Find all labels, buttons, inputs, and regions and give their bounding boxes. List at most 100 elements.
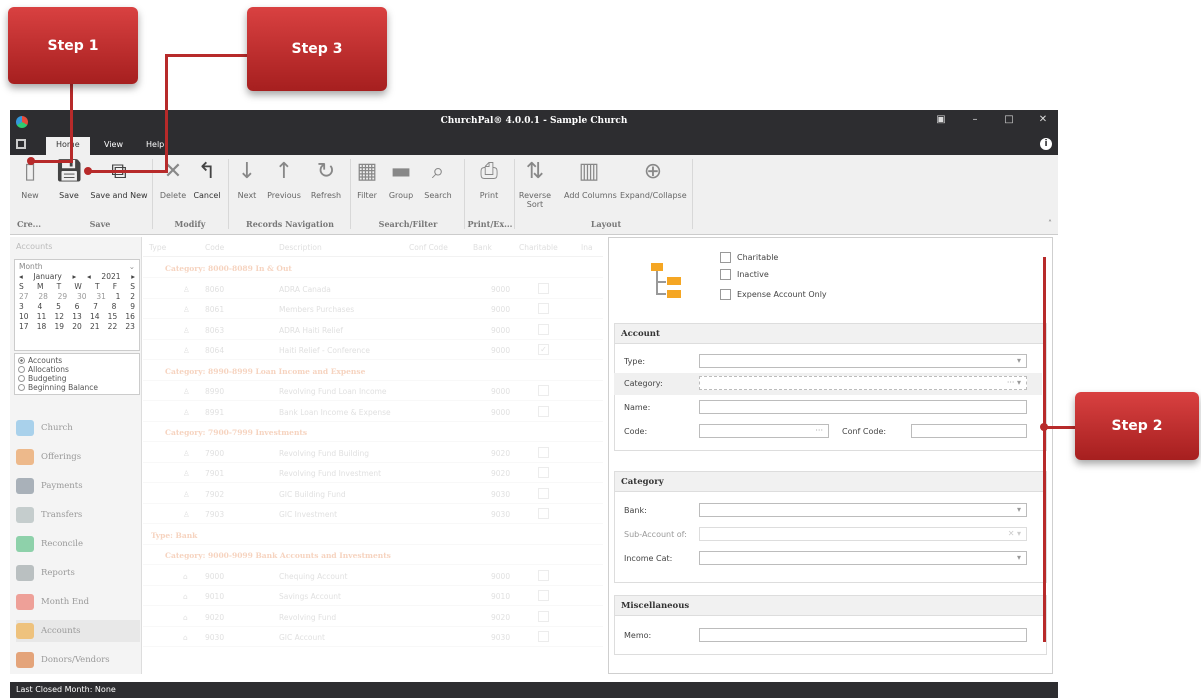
- minimize-button[interactable]: –: [966, 114, 984, 130]
- calendar-day[interactable]: 16: [125, 312, 135, 322]
- cell-charitable-checkbox[interactable]: [538, 569, 549, 581]
- calendar-view-select[interactable]: Month: [19, 262, 43, 272]
- col-description[interactable]: Description: [279, 243, 322, 252]
- table-row[interactable]: ⌂ 9030 GIC Account 9030: [143, 628, 603, 647]
- table-row[interactable]: ♙ 8991 Bank Loan Income & Expense 9000: [143, 403, 603, 422]
- table-row[interactable]: ♙ 8060 ADRA Canada 9000: [143, 280, 603, 299]
- col-type[interactable]: Type: [149, 243, 166, 252]
- calendar-day[interactable]: 12: [54, 312, 64, 322]
- app-menu-icon[interactable]: [16, 139, 26, 149]
- print-button[interactable]: ⎙ Print: [474, 159, 504, 211]
- table-row[interactable]: ⌂ 9020 Revolving Fund 9020: [143, 608, 603, 627]
- prev-year-icon[interactable]: ◂: [87, 272, 91, 282]
- calendar-day[interactable]: 1: [116, 292, 121, 302]
- conf-code-field[interactable]: [911, 424, 1027, 438]
- calendar-day[interactable]: 29: [58, 292, 68, 302]
- reverse-sort-button[interactable]: ⇅ Reverse Sort: [518, 159, 552, 211]
- calendar-day[interactable]: 3: [19, 302, 24, 312]
- calendar-day[interactable]: 22: [108, 322, 118, 332]
- accounts-grid[interactable]: Type Code Description Conf Code Bank Cha…: [143, 237, 603, 674]
- calendar-day[interactable]: 11: [37, 312, 47, 322]
- calendar-day[interactable]: 21: [90, 322, 100, 332]
- table-row[interactable]: ⌂ 9000 Chequing Account 9000: [143, 567, 603, 586]
- table-row[interactable]: Type: Bank: [143, 526, 603, 545]
- cell-charitable-checkbox[interactable]: [538, 487, 549, 499]
- table-row[interactable]: Category: 7900-7999 Investments: [143, 423, 603, 442]
- calendar-day[interactable]: 19: [54, 322, 64, 332]
- tab-help[interactable]: Help: [136, 137, 174, 155]
- search-button[interactable]: ⌕ Search: [422, 159, 454, 211]
- cell-charitable-checkbox[interactable]: [538, 446, 549, 458]
- nav-item-donors-vendors[interactable]: Donors/Vendors: [16, 649, 140, 671]
- nav-mode-radio[interactable]: Allocations: [15, 365, 139, 374]
- tab-view[interactable]: View: [94, 137, 133, 155]
- calendar-day[interactable]: 28: [38, 292, 48, 302]
- nav-item-reports[interactable]: Reports: [16, 562, 140, 584]
- table-row[interactable]: Category: 8000-8089 In & Out: [143, 259, 603, 278]
- calendar-day[interactable]: 27: [19, 292, 29, 302]
- calendar-day[interactable]: 31: [96, 292, 106, 302]
- calendar-day[interactable]: 15: [108, 312, 118, 322]
- filter-button[interactable]: ▦ Filter: [354, 159, 380, 211]
- col-bank[interactable]: Bank: [473, 243, 492, 252]
- sub-account-select[interactable]: ✕ ▾: [699, 527, 1027, 541]
- delete-button[interactable]: ✕ Delete: [158, 159, 188, 211]
- calendar-day[interactable]: 6: [75, 302, 80, 312]
- calendar-day[interactable]: 7: [93, 302, 98, 312]
- calendar-day[interactable]: 17: [19, 322, 29, 332]
- col-conf-code[interactable]: Conf Code: [409, 243, 448, 252]
- calendar-day[interactable]: 14: [90, 312, 100, 322]
- table-row[interactable]: ⌂ 9010 Savings Account 9010: [143, 587, 603, 606]
- expense-only-checkbox[interactable]: [720, 289, 731, 300]
- refresh-button[interactable]: ↻ Refresh: [308, 159, 344, 211]
- previous-button[interactable]: ↑ Previous: [266, 159, 302, 211]
- table-row[interactable]: ♙ 7901 Revolving Fund Investment 9020: [143, 464, 603, 483]
- nav-item-reconcile[interactable]: Reconcile: [16, 533, 140, 555]
- bank-select[interactable]: ▾: [699, 503, 1027, 517]
- calendar-day[interactable]: 4: [38, 302, 43, 312]
- name-field[interactable]: [699, 400, 1027, 414]
- nav-mode-radio[interactable]: Beginning Balance: [15, 383, 139, 392]
- table-row[interactable]: Category: 8990-8999 Loan Income and Expe…: [143, 362, 603, 381]
- category-select[interactable]: ··· ▾: [699, 376, 1027, 390]
- nav-mode-radio[interactable]: Budgeting: [15, 374, 139, 383]
- calendar-day[interactable]: 5: [56, 302, 61, 312]
- table-row[interactable]: ♙ 7903 GIC Investment 9030: [143, 505, 603, 524]
- chevron-down-icon[interactable]: ⌄: [129, 262, 135, 272]
- nav-item-accounts[interactable]: Accounts: [16, 620, 140, 642]
- cell-charitable-checkbox[interactable]: ✓: [538, 344, 549, 355]
- info-icon[interactable]: i: [1040, 138, 1052, 150]
- prev-month-icon[interactable]: ◂: [19, 272, 23, 282]
- calendar-day[interactable]: 30: [77, 292, 87, 302]
- cell-charitable-checkbox[interactable]: [538, 385, 549, 396]
- new-button[interactable]: ▯ New: [16, 159, 44, 211]
- next-year-icon[interactable]: ▸: [131, 272, 135, 282]
- code-field[interactable]: ···: [699, 424, 829, 438]
- table-row[interactable]: ♙ 8061 Members Purchases 9000: [143, 300, 603, 319]
- type-select[interactable]: ▾: [699, 354, 1027, 368]
- calendar-day[interactable]: 9: [130, 302, 135, 312]
- calendar-day[interactable]: 18: [37, 322, 47, 332]
- collapse-ribbon-icon[interactable]: ˄: [1048, 219, 1052, 228]
- restore-layout-icon[interactable]: ▣: [932, 114, 950, 130]
- add-columns-button[interactable]: ▥ Add Columns: [564, 159, 617, 211]
- nav-item-transfers[interactable]: Transfers: [16, 504, 140, 526]
- table-row[interactable]: Category: 9000-9099 Bank Accounts and In…: [143, 546, 603, 565]
- nav-item-month-end[interactable]: Month End: [16, 591, 140, 613]
- calendar-day[interactable]: 10: [19, 312, 29, 322]
- nav-item-payments[interactable]: Payments: [16, 475, 140, 497]
- cell-charitable-checkbox[interactable]: [538, 610, 549, 622]
- expand-collapse-button[interactable]: ⊕ Expand/Collapse: [620, 159, 687, 211]
- calendar-day[interactable]: 2: [130, 292, 135, 302]
- cell-charitable-checkbox[interactable]: [538, 282, 549, 294]
- cell-charitable-checkbox[interactable]: [538, 467, 549, 478]
- maximize-button[interactable]: □: [1000, 114, 1018, 130]
- table-row[interactable]: ♙ 8063 ADRA Haiti Relief 9000: [143, 321, 603, 340]
- inactive-checkbox[interactable]: [720, 269, 731, 280]
- calendar-day[interactable]: 13: [72, 312, 82, 322]
- col-inactive[interactable]: Ina: [581, 243, 593, 252]
- income-cat-select[interactable]: ▾: [699, 551, 1027, 565]
- col-charitable[interactable]: Charitable: [519, 243, 558, 252]
- cell-charitable-checkbox[interactable]: [538, 590, 549, 601]
- calendar-day[interactable]: 8: [112, 302, 117, 312]
